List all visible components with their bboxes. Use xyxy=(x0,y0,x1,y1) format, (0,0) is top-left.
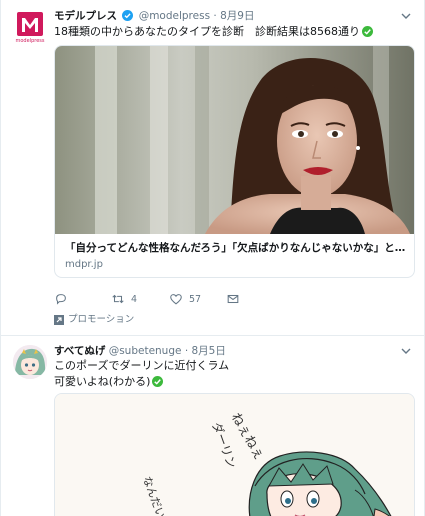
chevron-down-icon[interactable] xyxy=(400,10,412,22)
like-icon xyxy=(170,294,182,305)
tweet-header: モデルプレス @modelpress · 8月9日 xyxy=(54,8,394,24)
tweet-actions: 4 57 xyxy=(54,290,354,308)
promoted-label[interactable]: プロモーション xyxy=(54,313,134,327)
like-count: 57 xyxy=(189,293,202,305)
card-domain[interactable]: mdpr.jp xyxy=(65,258,103,272)
verified-icon xyxy=(122,10,134,21)
avatar-logo-text: modelpress xyxy=(16,38,45,44)
timestamp[interactable]: 8月9日 xyxy=(220,10,254,22)
user-handle[interactable]: @modelpress xyxy=(139,10,210,22)
retweet-button[interactable]: 4 xyxy=(111,290,137,308)
tweet-image[interactable]: ねぇねぇ ダーリン なんだい xyxy=(54,393,415,516)
reply-icon xyxy=(56,294,66,305)
tweet-text-content: 18種類の中からあなたのタイプを診断 診断結果は8568通り xyxy=(54,25,360,38)
promoted-text: プロモーション xyxy=(68,314,135,325)
check-emoji-icon xyxy=(362,26,373,37)
separator-dot: · xyxy=(184,345,189,357)
tweet[interactable]: すべてぬげ @subetenuge · 8月5日 このポーズでダーリンに近付くラ… xyxy=(1,335,424,516)
tweet-text-content: 可愛いよね(わかる) xyxy=(54,375,151,388)
separator-dot: · xyxy=(213,10,217,22)
tweet-text: このポーズでダーリンに近付くラム 可愛いよね(わかる) xyxy=(54,358,410,390)
tweet[interactable]: modelpress モデルプレス @modelpress · 8月9日 18種… xyxy=(1,0,424,334)
avatar[interactable]: modelpress xyxy=(13,10,47,44)
direct-message-button[interactable] xyxy=(226,290,240,308)
promoted-icon xyxy=(54,315,64,325)
card-title[interactable]: 「自分ってどんな性格なんだろう」「欠点ばかりなんじゃないかな」と… xyxy=(65,241,406,255)
link-card[interactable]: 「自分ってどんな性格なんだろう」「欠点ばかりなんじゃないかな」と… mdpr.j… xyxy=(54,45,415,278)
check-emoji-icon xyxy=(152,376,164,387)
anime-avatar-icon xyxy=(13,345,47,379)
timeline: modelpress モデルプレス @modelpress · 8月9日 18種… xyxy=(0,0,425,516)
dm-icon xyxy=(227,294,239,304)
retweet-icon xyxy=(112,294,124,304)
retweet-count: 4 xyxy=(131,293,138,305)
like-button[interactable]: 57 xyxy=(169,290,201,308)
tweet-text-line: 可愛いよね(わかる) xyxy=(54,374,410,390)
display-name[interactable]: モデルプレス xyxy=(54,10,117,22)
avatar[interactable] xyxy=(13,345,47,379)
modelpress-logo-icon: modelpress xyxy=(16,12,45,44)
chevron-down-icon[interactable] xyxy=(400,345,412,357)
tweet-header: すべてぬげ @subetenuge · 8月5日 xyxy=(54,343,394,359)
user-handle[interactable]: @subetenuge xyxy=(109,345,182,357)
card-image[interactable] xyxy=(55,46,414,234)
tweet-text: 18種類の中からあなたのタイプを診断 診断結果は8568通り xyxy=(54,24,410,40)
display-name[interactable]: すべてぬげ xyxy=(54,345,105,357)
timestamp[interactable]: 8月5日 xyxy=(192,345,226,357)
reply-button[interactable] xyxy=(54,290,68,308)
tweet-text-line: このポーズでダーリンに近付くラム xyxy=(54,359,230,372)
